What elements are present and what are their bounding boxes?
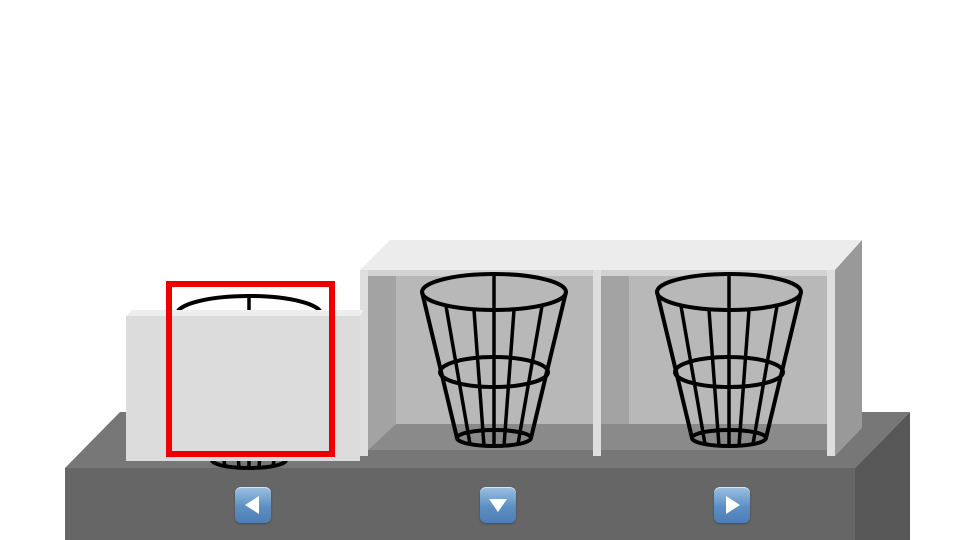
cover-box-top xyxy=(126,310,364,316)
move-left-button[interactable] xyxy=(235,487,271,523)
game-stage xyxy=(0,0,960,540)
move-down-button[interactable] xyxy=(480,487,516,523)
arrow-left-icon xyxy=(245,496,259,514)
shelf-scene xyxy=(65,240,910,540)
slot-left[interactable] xyxy=(126,281,364,470)
move-right-button[interactable] xyxy=(714,487,750,523)
cover-box xyxy=(126,316,360,461)
arrow-right-icon xyxy=(726,496,740,514)
arrow-down-icon xyxy=(489,499,507,512)
